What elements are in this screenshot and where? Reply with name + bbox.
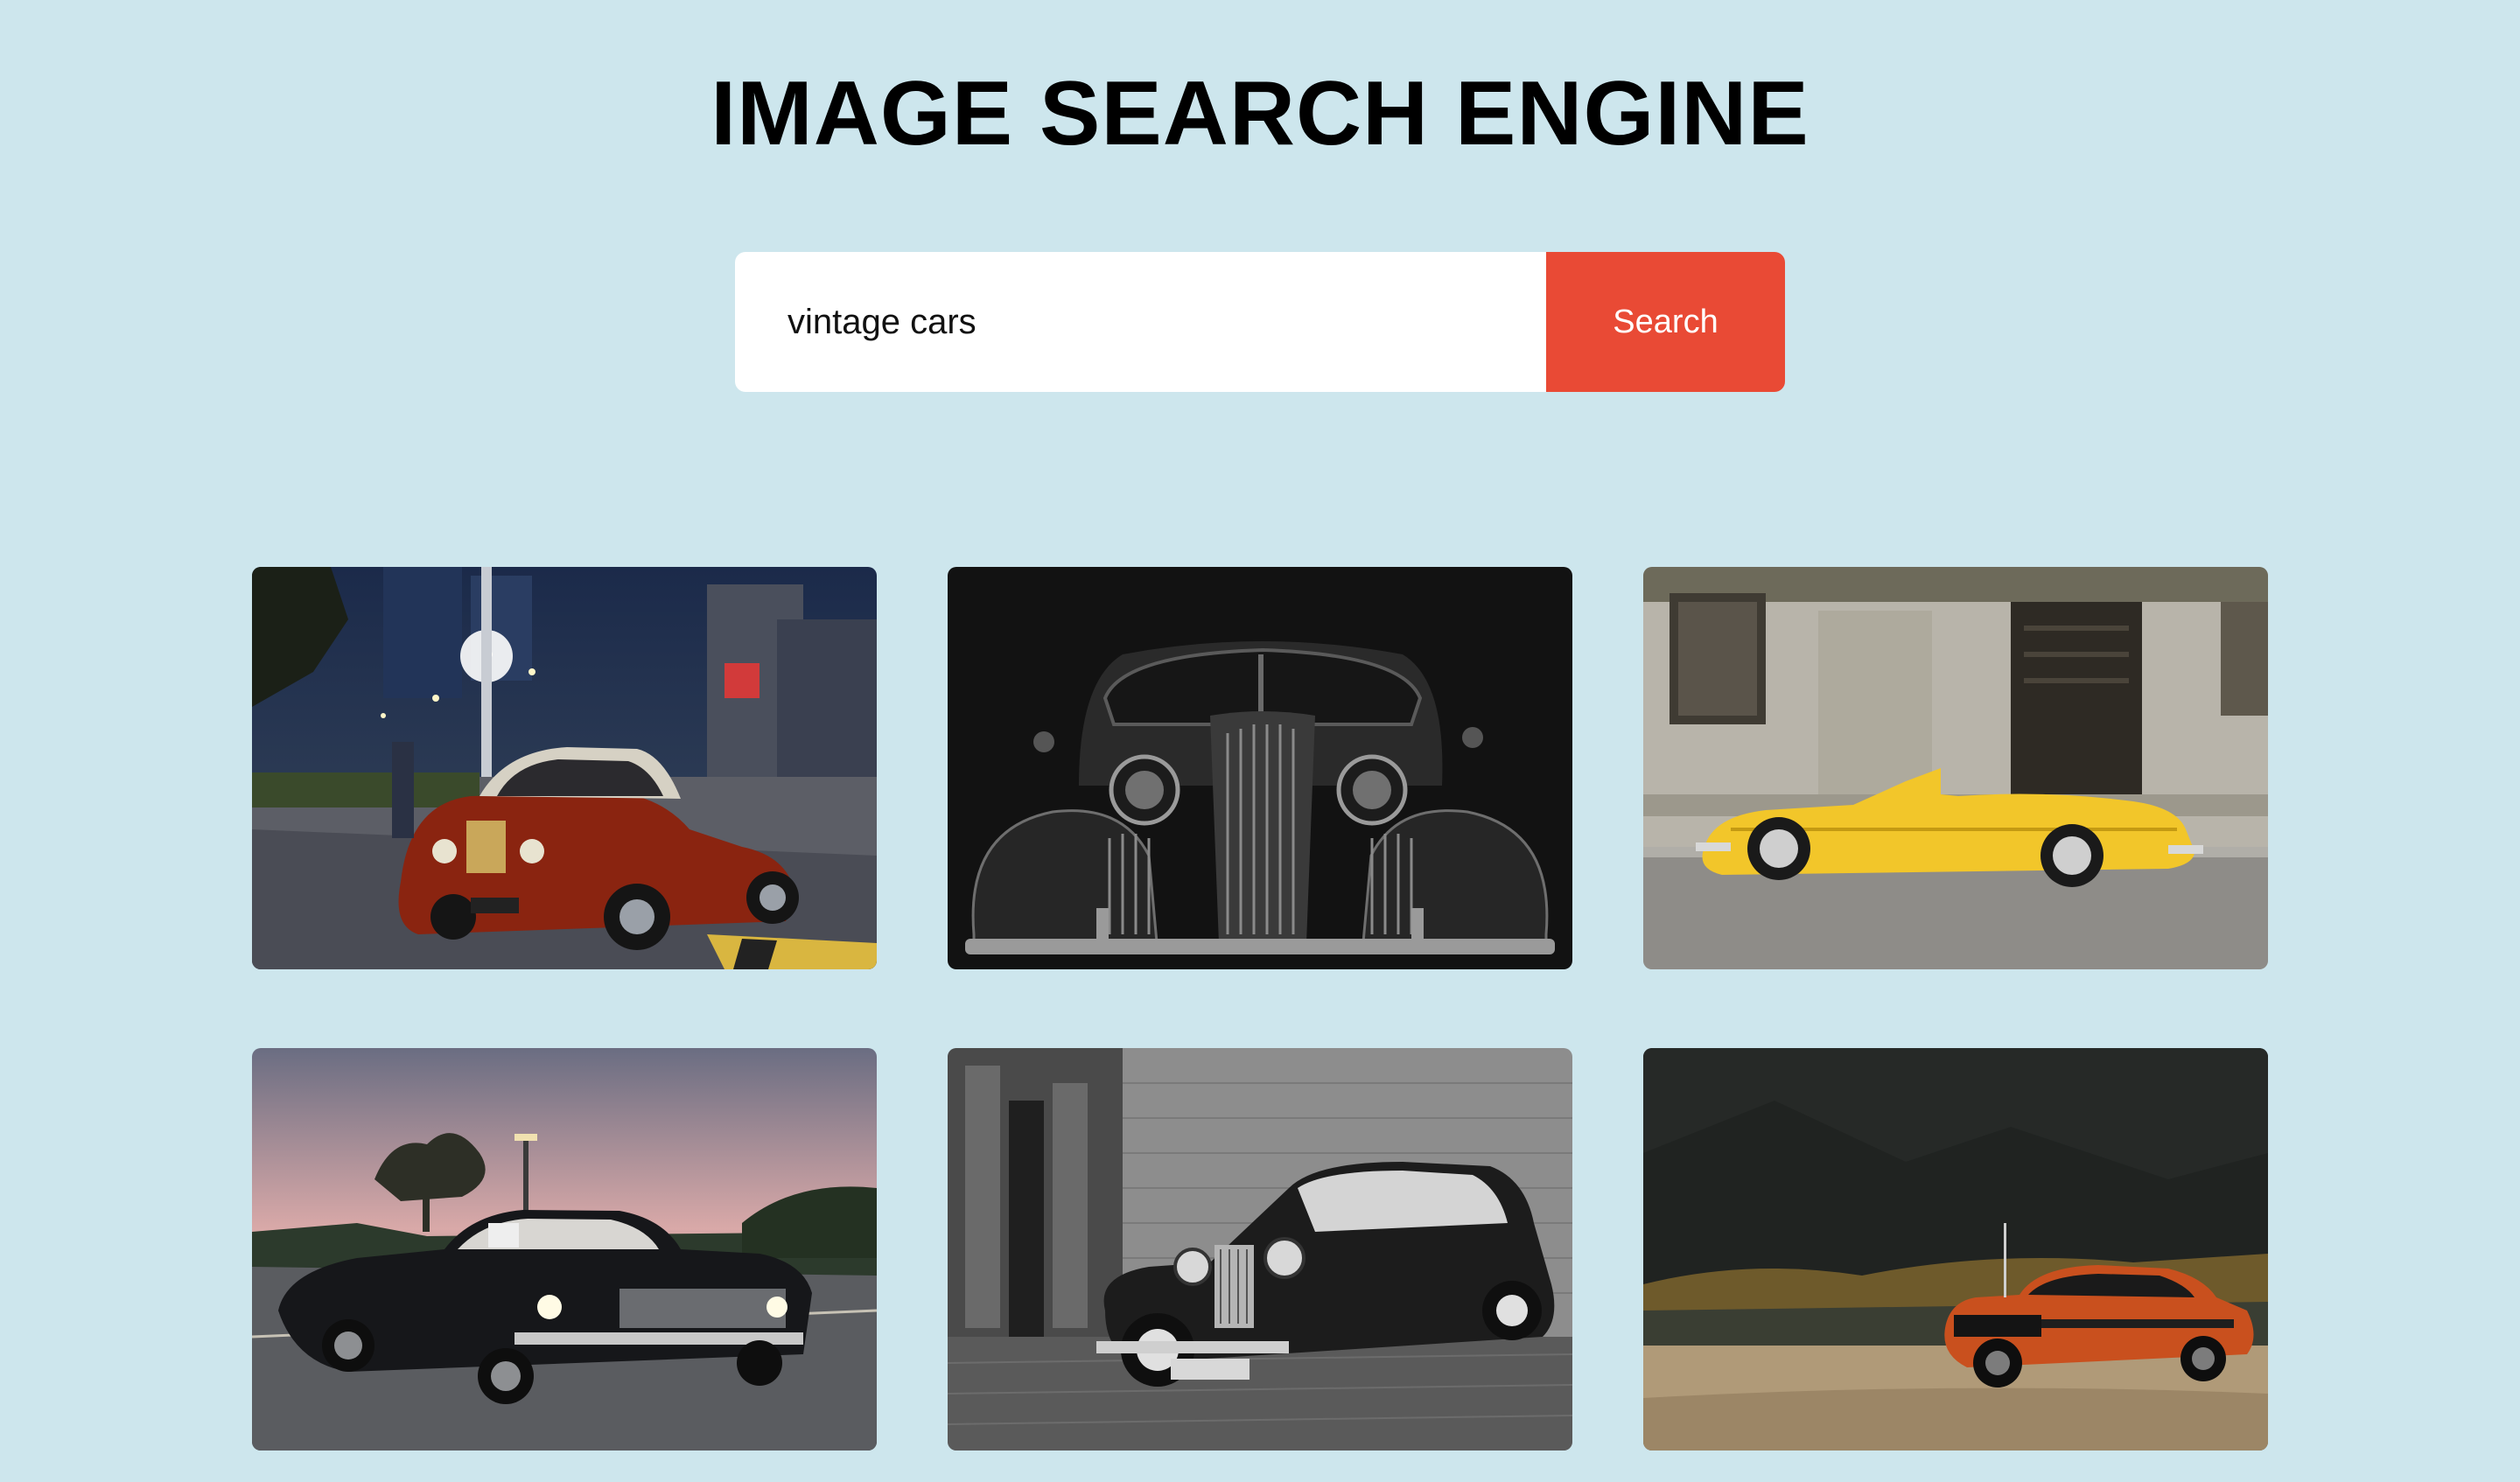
search-form: Search bbox=[735, 252, 1785, 392]
black-sedan-dusk-photo bbox=[252, 1048, 877, 1451]
result-image-2[interactable] bbox=[948, 567, 1572, 969]
red-classic-car-night-photo bbox=[252, 567, 877, 969]
yellow-convertible-old-building-photo bbox=[1643, 567, 2268, 969]
result-image-4[interactable] bbox=[252, 1048, 877, 1451]
result-image-3[interactable] bbox=[1643, 567, 2268, 969]
black-vintage-car-front-photo bbox=[948, 567, 1572, 969]
results-grid bbox=[252, 567, 2268, 1451]
orange-muscle-car-mountains-photo bbox=[1643, 1048, 2268, 1451]
search-input[interactable] bbox=[735, 252, 1546, 392]
search-button[interactable]: Search bbox=[1546, 252, 1785, 392]
page-title: IMAGE SEARCH ENGINE bbox=[710, 63, 1810, 164]
antique-car-stone-building-photo bbox=[948, 1048, 1572, 1451]
result-image-6[interactable] bbox=[1643, 1048, 2268, 1451]
result-image-1[interactable] bbox=[252, 567, 877, 969]
result-image-5[interactable] bbox=[948, 1048, 1572, 1451]
